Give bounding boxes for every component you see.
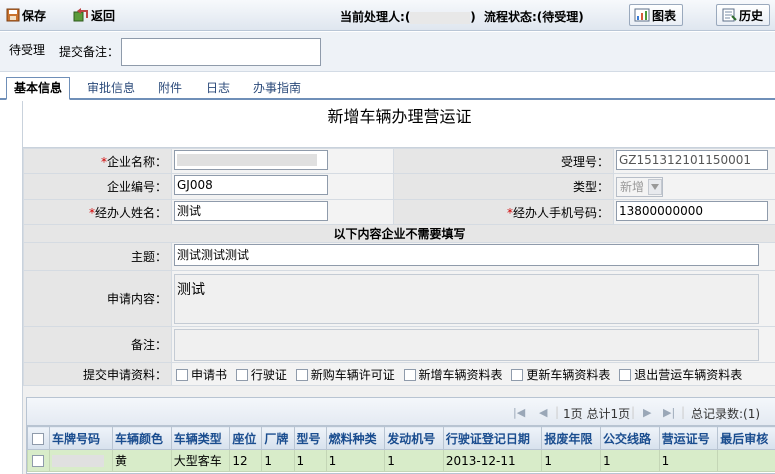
prev-page-icon[interactable]: ◀ <box>539 406 547 419</box>
note-label: 备注： <box>23 326 172 363</box>
table-row[interactable]: 黄 大型客车 12 1 1 1 1 2013-12-11 1 1 1 <box>27 449 775 472</box>
tab-bar: 基本信息 审批信息 附件 日志 办事指南 <box>0 77 775 100</box>
masked-plate <box>52 455 104 467</box>
flow-status: 流程状态:(待受理) <box>484 10 584 24</box>
company-code-label: 企业编号： <box>23 173 172 200</box>
column-header[interactable]: 报废年限 <box>541 426 601 450</box>
column-header[interactable]: 营运证号 <box>658 426 719 450</box>
subject-input[interactable]: 测试测试测试 <box>174 244 759 266</box>
column-header[interactable]: 厂牌 <box>261 426 295 450</box>
column-header[interactable]: 行驶证登记日期 <box>442 426 543 450</box>
pending-status: 待受理 <box>9 43 46 57</box>
materials-label: 提交申请资料： <box>23 362 172 386</box>
first-page-icon[interactable]: |◀ <box>513 406 525 419</box>
history-label: 历史 <box>739 8 764 23</box>
type-label: 类型： <box>393 173 614 200</box>
history-icon <box>722 8 737 22</box>
handler-phone-input[interactable]: 13800000000 <box>616 200 768 221</box>
save-icon <box>6 8 20 22</box>
column-header[interactable]: 燃料种类 <box>325 426 386 450</box>
history-button[interactable]: 历史 <box>716 4 771 26</box>
chart-button[interactable]: 图表 <box>629 4 684 26</box>
note-textarea[interactable] <box>174 328 759 361</box>
column-header[interactable]: 公交线路 <box>600 426 660 450</box>
page-info: 1页 总计1页 <box>563 407 631 421</box>
handler-name-label: *经办人姓名： <box>23 199 172 225</box>
material-checkbox[interactable]: 申请书 <box>174 366 227 383</box>
tab-log[interactable]: 日志 <box>200 79 236 100</box>
last-page-icon[interactable]: ▶| <box>663 406 675 419</box>
column-header[interactable]: 车辆颜色 <box>112 426 172 450</box>
accept-no-input[interactable]: GZ151312101150001 <box>616 149 768 170</box>
column-header[interactable]: 发动机号 <box>384 426 444 450</box>
next-page-icon[interactable]: ▶ <box>643 406 651 419</box>
material-checkbox[interactable]: 新增车辆资料表 <box>402 366 503 383</box>
content-textarea[interactable]: 测试 <box>174 273 759 324</box>
form-table: *企业名称： 受理号： GZ151312101150001 企业编号： GJ00… <box>23 148 775 386</box>
section-heading: 以下内容企业不需要填写 <box>23 224 775 243</box>
back-button[interactable]: 返回 <box>73 5 115 25</box>
handler-phone-label: *经办人手机号码： <box>393 199 614 225</box>
column-header[interactable]: 车辆类型 <box>170 426 231 450</box>
column-header[interactable]: 型号 <box>293 426 327 450</box>
remark-label: 提交备注： <box>59 45 120 59</box>
subject-label: 主题： <box>23 242 172 271</box>
table-header: 车牌号码 车辆颜色 车辆类型 座位 厂牌 型号 燃料种类 发动机号 行驶证登记日… <box>27 426 775 450</box>
company-name-input[interactable] <box>174 149 328 170</box>
handler-name-input[interactable]: 测试 <box>174 200 328 221</box>
back-icon <box>73 8 88 22</box>
type-select[interactable]: 新增 <box>616 176 664 197</box>
save-label: 保存 <box>22 8 47 23</box>
tab-basic-info[interactable]: 基本信息 <box>6 77 70 100</box>
content-label: 申请内容： <box>23 270 172 327</box>
chart-label: 图表 <box>652 8 677 23</box>
remark-input[interactable] <box>121 38 321 66</box>
material-checkbox[interactable]: 行驶证 <box>234 366 287 383</box>
company-code-input[interactable]: GJ008 <box>174 175 328 195</box>
row-checkbox[interactable] <box>32 455 44 467</box>
total-records: 总记录数:(1) <box>691 407 761 421</box>
materials-checklist: 申请书 行驶证 新购车辆许可证 新增车辆资料表 更新车辆资料表 退出营运车辆资料… <box>171 362 775 386</box>
form-panel: 新增车辆办理营运证 *企业名称： 受理号： GZ151312101150001 … <box>22 101 775 474</box>
vehicle-table: 车牌号码 车辆颜色 车辆类型 座位 厂牌 型号 燃料种类 发动机号 行驶证登记日… <box>27 426 775 472</box>
column-header[interactable]: 座位 <box>229 426 263 450</box>
company-name-label: *企业名称： <box>23 148 172 174</box>
masked-company-name <box>177 154 317 166</box>
tab-attachments[interactable]: 附件 <box>152 79 188 100</box>
tab-approval-info[interactable]: 审批信息 <box>80 79 142 100</box>
material-checkbox[interactable]: 新购车辆许可证 <box>294 366 395 383</box>
material-checkbox[interactable]: 更新车辆资料表 <box>509 366 610 383</box>
column-header[interactable]: 车牌号码 <box>48 426 114 450</box>
masked-handler-name <box>410 11 471 24</box>
chart-icon <box>634 8 650 22</box>
material-checkbox[interactable]: 退出营运车辆资料表 <box>617 366 742 383</box>
pager: |◀ ◀ | 1页 总计1页 | ▶ ▶| | 总记录数:(1) <box>27 398 775 426</box>
tab-guide[interactable]: 办事指南 <box>248 79 306 100</box>
chevron-down-icon <box>648 178 663 195</box>
top-toolbar: 保存 返回 当前处理人:() 流程状态:(待受理) 图表 历史 <box>0 0 775 31</box>
current-handler: 当前处理人:() <box>340 10 476 24</box>
accept-no-label: 受理号： <box>393 148 614 174</box>
select-all-checkbox[interactable] <box>32 432 44 445</box>
form-title: 新增车辆办理营运证 <box>23 101 775 148</box>
column-header[interactable]: 最后审核 <box>717 426 775 450</box>
vehicle-grid: |◀ ◀ | 1页 总计1页 | ▶ ▶| | 总记录数:(1) 车牌号码 车辆… <box>26 397 775 474</box>
back-label: 返回 <box>91 8 116 23</box>
save-button[interactable]: 保存 <box>6 5 46 25</box>
pending-remark-bar: 待受理 提交备注： <box>0 32 775 72</box>
